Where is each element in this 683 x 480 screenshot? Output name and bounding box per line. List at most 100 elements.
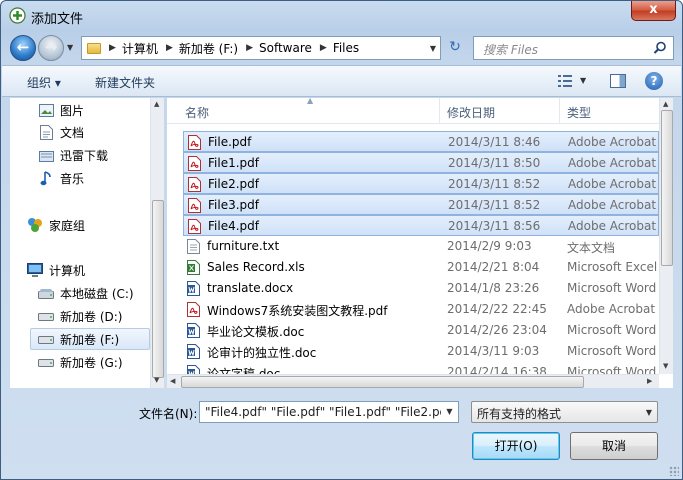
scroll-down-icon[interactable]: ▼ [154, 376, 159, 384]
file-date: 2014/2/26 23:04 [447, 323, 547, 337]
filename-label: 文件名(N): [139, 407, 198, 421]
file-type: Adobe Acrobat [567, 302, 656, 316]
view-dropdown-icon[interactable]: ▼ [580, 76, 586, 85]
file-date: 2014/1/8 23:26 [447, 281, 540, 295]
file-list-horizontal-scrollbar[interactable]: ◀ ▶ [167, 374, 659, 388]
sidebar-item-label: 新加卷 (F:) [60, 332, 120, 347]
breadcrumb-software[interactable]: Software [259, 41, 312, 55]
drive-icon [38, 331, 54, 347]
file-name: File.pdf [208, 135, 252, 149]
file-row[interactable]: Windows7系统安装图文教程.pdf 2014/2/22 22:45 Adobe… [183, 299, 659, 320]
drive-icon [38, 285, 54, 301]
file-date: 2014/2/22 22:45 [447, 302, 547, 316]
recent-pages-chevron-icon[interactable]: ▼ [67, 43, 73, 52]
filename-dropdown-icon[interactable]: ▼ [441, 402, 458, 422]
new-folder-button[interactable]: 新建文件夹 [95, 74, 155, 91]
sidebar-item-label: 新加卷 (G:) [60, 355, 123, 370]
file-row[interactable]: File2.pdf 2014/3/11 8:52 Adobe Acrobat [183, 173, 659, 194]
breadcrumb-computer[interactable]: 计算机 [122, 40, 158, 57]
close-button[interactable]: x [631, 1, 676, 21]
pdf-file-icon [188, 135, 201, 150]
scrollbar-thumb[interactable] [661, 110, 673, 266]
scroll-left-icon[interactable]: ◀ [170, 377, 175, 385]
pictures-icon [38, 102, 54, 118]
file-list: ▲ 名称 修改日期 类型 File.pdf 2014/3/11 8:46 Adobe… [167, 96, 673, 388]
file-type: Microsoft Excel [567, 260, 658, 274]
homegroup-icon [27, 217, 43, 233]
command-bar: 组织 ▾ 新建文件夹 ▼ ? [2, 65, 681, 97]
file-type: Adobe Acrobat [568, 219, 657, 233]
file-type: Adobe Acrobat [568, 135, 657, 149]
forward-button[interactable]: → [38, 35, 64, 61]
file-row[interactable]: 论审计的独立性.doc 2014/3/11 9:03 Microsoft Word [183, 341, 659, 362]
preview-pane-icon[interactable] [610, 74, 626, 88]
scrollbar-thumb[interactable] [181, 376, 584, 388]
search-input[interactable]: 搜索 Files [483, 41, 538, 58]
file-row[interactable]: File1.pdf 2014/3/11 8:50 Adobe Acrobat [183, 152, 659, 173]
scrollbar-thumb[interactable] [152, 200, 164, 378]
file-row[interactable]: Sales Record.xls 2014/2/21 8:04 Microsoft … [183, 257, 659, 278]
column-name[interactable]: 名称 [185, 104, 209, 121]
file-row[interactable]: furniture.txt 2014/2/9 9:03 文本文档 [183, 236, 659, 257]
refresh-button[interactable]: ↻ [444, 36, 466, 60]
filename-value[interactable]: "File4.pdf" "File.pdf" "File1.pdf" "File… [205, 405, 457, 419]
sidebar-item-homegroup[interactable]: 家庭组 [27, 214, 167, 236]
pdf-file-icon [188, 156, 201, 171]
address-bar[interactable]: ▶ 计算机 ▶ 新加卷 (F:) ▶ Software ▶ Files ▼ [81, 36, 441, 60]
column-date-modified[interactable]: 修改日期 [447, 104, 495, 121]
file-name: File1.pdf [208, 156, 259, 170]
breadcrumb-separator-icon[interactable]: ▶ [166, 43, 173, 53]
file-type: Adobe Acrobat [568, 177, 657, 191]
file-row[interactable]: File4.pdf 2014/3/11 8:56 Adobe Acrobat [183, 215, 659, 236]
file-date: 2014/2/9 9:03 [447, 239, 532, 253]
open-button[interactable]: 打开(O) [472, 432, 560, 460]
filename-field[interactable]: "File4.pdf" "File.pdf" "File1.pdf" "File… [199, 401, 459, 423]
music-icon [38, 170, 54, 186]
scroll-up-icon[interactable]: ▲ [154, 100, 159, 108]
sidebar-item-computer[interactable]: 计算机 [27, 259, 167, 281]
organize-menu[interactable]: 组织 ▾ [27, 74, 61, 91]
file-row[interactable]: translate.docx 2014/1/8 23:26 Microsoft Wo… [183, 278, 659, 299]
column-divider[interactable] [559, 98, 560, 124]
pdf-file-icon [188, 177, 201, 192]
scroll-up-icon[interactable]: ▲ [663, 100, 668, 108]
file-type: Adobe Acrobat [568, 198, 657, 212]
file-date: 2014/3/11 9:03 [447, 344, 540, 358]
file-name: 毕业论文模板.doc [207, 325, 305, 339]
sort-ascending-icon: ▲ [307, 96, 314, 105]
column-divider[interactable] [439, 98, 440, 124]
breadcrumb-separator-icon[interactable]: ▶ [320, 43, 327, 53]
download-folder-icon [38, 147, 54, 163]
address-dropdown-icon[interactable]: ▼ [430, 44, 436, 53]
view-options-icon[interactable] [558, 75, 572, 87]
chevron-down-icon[interactable]: ▼ [646, 408, 652, 417]
breadcrumb-separator-icon[interactable]: ▶ [246, 43, 253, 53]
navigation-pane: 图片 文档 迅雷下载 音乐 家庭组 计算机 本地磁盘 (C:) 新加卷 (D:)… [10, 98, 164, 388]
navigation-scrollbar[interactable]: ▲ ▼ [150, 98, 164, 388]
resize-grip-icon[interactable] [669, 466, 679, 476]
file-date: 2014/3/11 8:56 [448, 219, 541, 233]
breadcrumb-files[interactable]: Files [333, 41, 359, 55]
file-date: 2014/3/11 8:50 [448, 156, 541, 170]
search-icon[interactable] [653, 41, 667, 55]
cancel-button[interactable]: 取消 [570, 432, 658, 460]
file-type-select[interactable]: 所有支持的格式 ▼ [471, 401, 658, 423]
sidebar-item-label: 计算机 [49, 263, 86, 278]
search-box[interactable]: 搜索 Files [473, 36, 674, 60]
help-button[interactable]: ? [645, 72, 663, 90]
file-row[interactable]: 毕业论文模板.doc 2014/2/26 23:04 Microsoft Word [183, 320, 659, 341]
sidebar-item-drive-f[interactable]: 新加卷 (F:) [30, 328, 150, 350]
scroll-right-icon[interactable]: ▶ [647, 377, 652, 385]
breadcrumb-separator-icon[interactable]: ▶ [109, 43, 116, 53]
column-type[interactable]: 类型 [567, 104, 591, 121]
scroll-down-icon[interactable]: ▼ [663, 362, 668, 370]
folder-icon [87, 42, 101, 54]
file-list-vertical-scrollbar[interactable]: ▲ ▼ [659, 98, 673, 374]
file-row[interactable]: File.pdf 2014/3/11 8:46 Adobe Acrobat [183, 131, 659, 152]
back-button[interactable]: ← [10, 35, 36, 61]
breadcrumb-drive[interactable]: 新加卷 (F:) [179, 40, 238, 57]
sidebar-item-label: 图片 [60, 103, 85, 118]
file-row[interactable]: File3.pdf 2014/3/11 8:52 Adobe Acrobat [183, 194, 659, 215]
file-type-value: 所有支持的格式 [477, 407, 562, 421]
drive-icon [38, 354, 54, 370]
